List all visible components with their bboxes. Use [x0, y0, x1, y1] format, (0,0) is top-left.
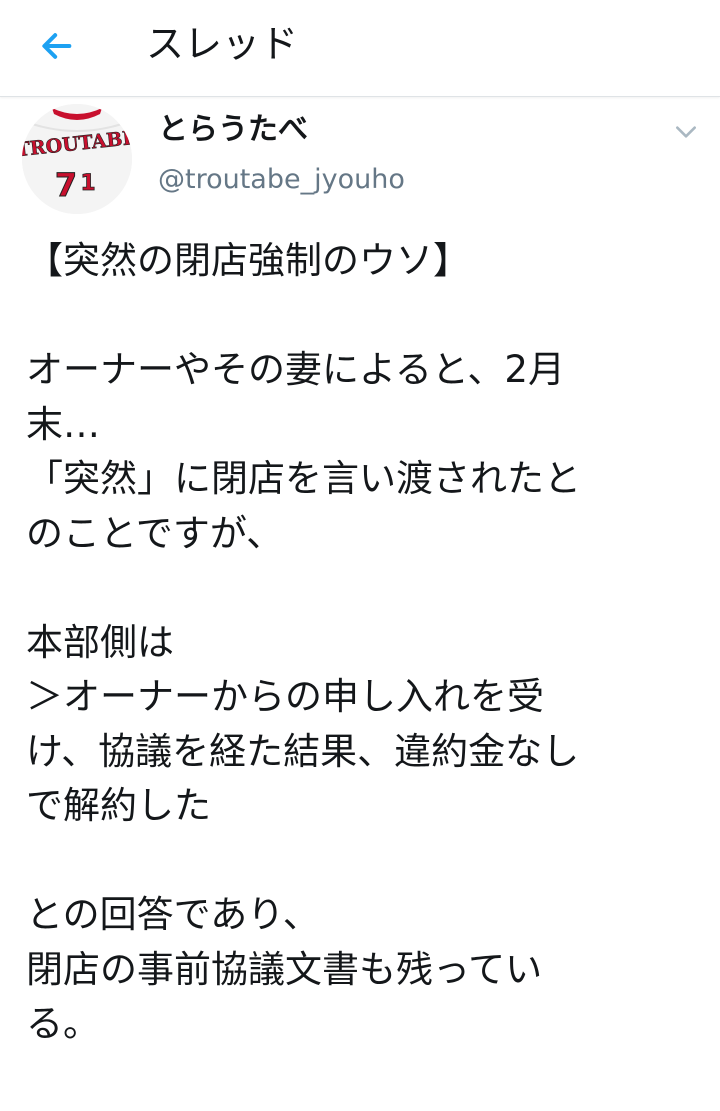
tweet-line: る。 — [26, 1002, 100, 1045]
author-display-name[interactable]: とらうたべ — [158, 110, 308, 150]
tweet-line: のことですが、 — [26, 511, 284, 555]
tweet-line: オーナーやその妻によると、2月 — [26, 348, 565, 391]
tweet-line: との回答であり、 — [26, 893, 320, 936]
tweet-line: 閉店の事前協議文書も残ってい — [26, 947, 543, 991]
tweet-paragraph: との回答であり、 閉店の事前協議文書も残ってい る。 — [26, 888, 696, 1052]
page-title: スレッド — [146, 22, 299, 66]
top-app-bar: スレッド — [0, 0, 720, 97]
tweet-paragraph: オーナーやその妻によると、2月 末… 「突然」に閉店を言い渡されたと のことです… — [26, 343, 696, 561]
chevron-down-icon — [676, 126, 696, 138]
tweet-line: 本部側は — [26, 620, 174, 664]
avatar[interactable]: TROUTABE 7 1 — [22, 104, 132, 214]
jersey-avatar-image: TROUTABE 7 1 — [22, 104, 132, 214]
tweet-line: で解約した — [26, 784, 211, 827]
jersey-number-2: 1 — [80, 171, 95, 196]
tweet-text: 【突然の閉店強制のウソ】 オーナーやその妻によると、2月 末… 「突然」に閉店を… — [26, 234, 696, 1052]
more-options-button[interactable] — [668, 114, 704, 150]
tweet-line: 【突然の閉店強制のウソ】 — [26, 239, 470, 282]
tweet-line: け、協議を経た結果、違約金なし — [26, 729, 580, 773]
tweet-line: ＞オーナーからの申し入れを受 — [26, 675, 544, 718]
author-handle[interactable]: @troutabe_jyouho — [158, 162, 405, 198]
arrow-left-icon — [42, 33, 72, 59]
back-button[interactable] — [30, 20, 82, 72]
jersey-number-1: 7 — [55, 166, 77, 204]
tweet-paragraph: 本部側は ＞オーナーからの申し入れを受 け、協議を経た結果、違約金なし で解約し… — [26, 616, 696, 834]
tweet-line: 「突然」に閉店を言い渡されたと — [26, 457, 581, 500]
tweet-paragraph: 【突然の閉店強制のウソ】 — [26, 234, 696, 289]
tweet-line: 末… — [26, 402, 100, 446]
